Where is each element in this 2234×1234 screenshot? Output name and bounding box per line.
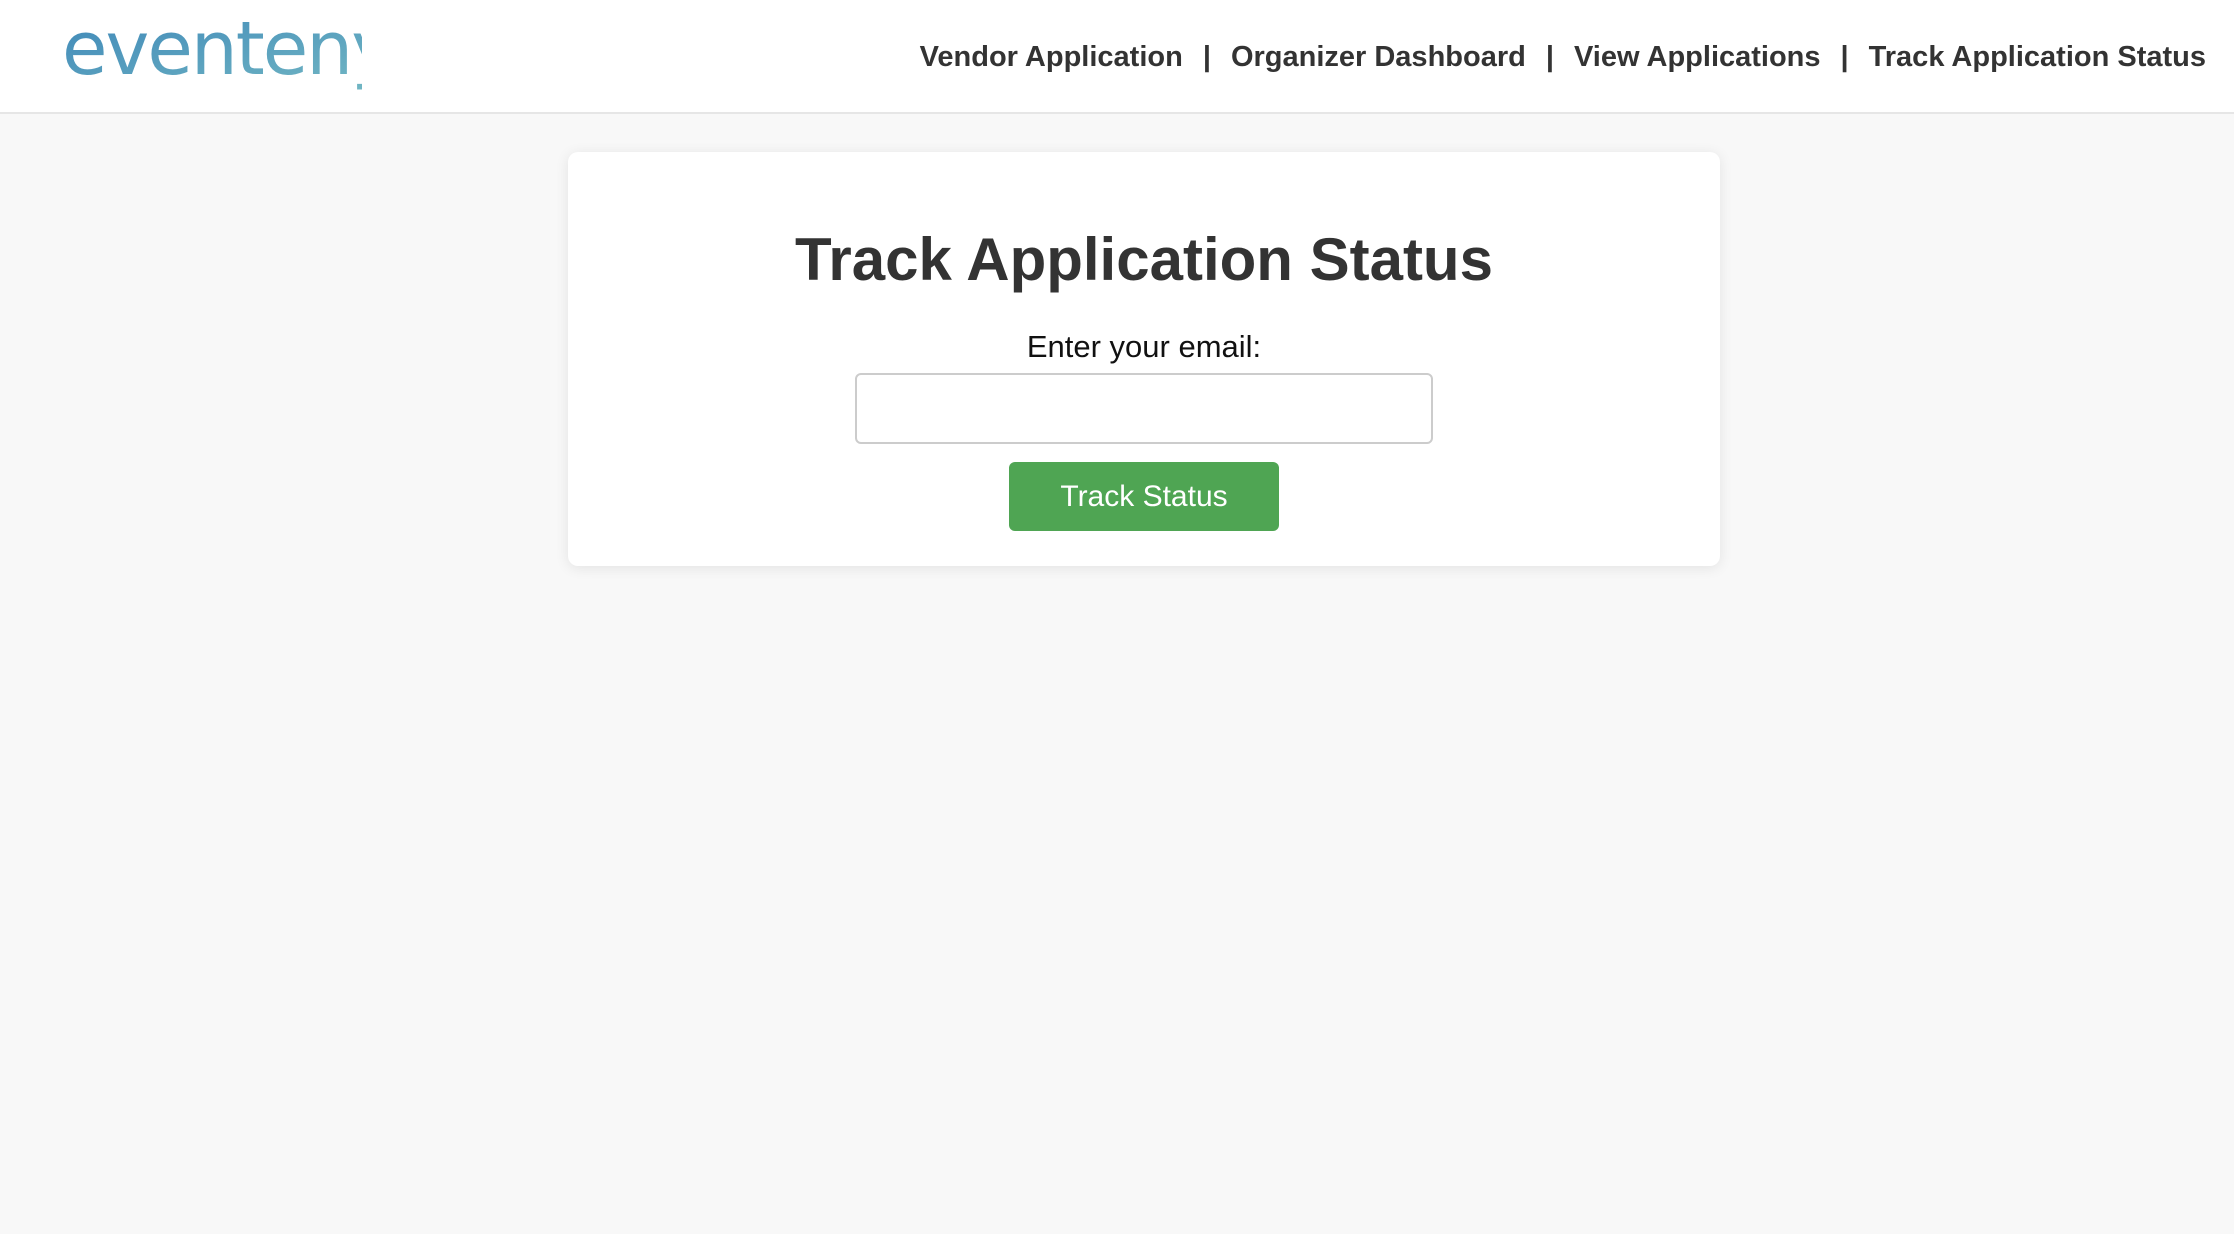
nav-separator: | <box>1545 40 1554 73</box>
eventeny-logo-mark: eventeny <box>62 8 362 92</box>
email-label: Enter your email: <box>1026 329 1262 364</box>
nav-separator: | <box>1202 40 1211 73</box>
page-title: Track Application Status <box>795 226 1493 293</box>
nav-vendor-application[interactable]: Vendor Application <box>920 41 1183 74</box>
nav-view-applications[interactable]: View Applications <box>1574 41 1821 74</box>
top-header: eventeny Vendor Application | Organizer … <box>0 0 2234 114</box>
main-nav: Vendor Application | Organizer Dashboard… <box>920 0 2206 114</box>
track-status-button[interactable]: Track Status <box>1009 462 1279 531</box>
nav-separator: | <box>1840 40 1849 73</box>
svg-text:eventeny: eventeny <box>62 8 362 92</box>
nav-organizer-dashboard[interactable]: Organizer Dashboard <box>1231 41 1526 74</box>
email-input[interactable] <box>855 373 1433 444</box>
nav-track-application-status[interactable]: Track Application Status <box>1869 41 2206 74</box>
eventeny-logo[interactable]: eventeny <box>62 8 362 108</box>
